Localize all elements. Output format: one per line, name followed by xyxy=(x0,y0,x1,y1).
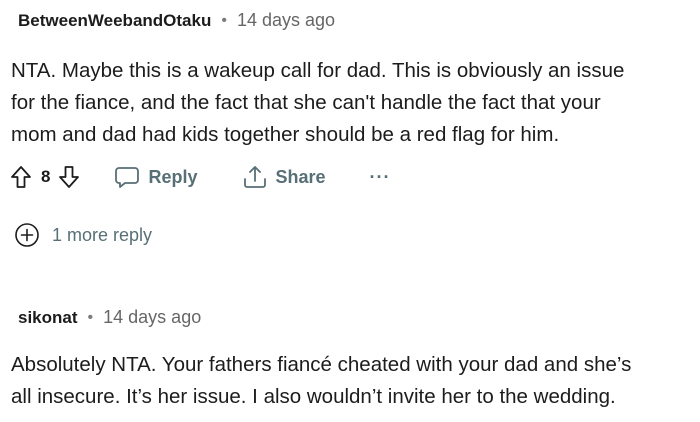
share-button[interactable]: Share xyxy=(242,164,326,190)
more-replies-label: 1 more reply xyxy=(52,224,153,245)
comment-body-line: Absolutely NTA. Your fathers fiancé chea… xyxy=(11,353,632,376)
comment-body: NTA. Maybe this is a wakeup call for dad… xyxy=(11,55,696,151)
comment-actions: 8 Reply Share ··· xyxy=(10,160,391,194)
arrow-down-icon xyxy=(59,166,80,188)
more-replies-button[interactable]: 1 more reply xyxy=(14,222,152,248)
comment-meta: BetweenWeebandOtaku • 14 days ago xyxy=(18,10,335,31)
plus-circle-icon xyxy=(15,223,39,247)
share-label: Share xyxy=(275,166,326,187)
speech-bubble-icon xyxy=(115,167,140,188)
comment-timestamp[interactable]: 14 days ago xyxy=(237,10,335,31)
comment-body-line: NTA. Maybe this is a wakeup call for dad… xyxy=(11,59,625,82)
comment-body-line: mom and dad had kids together should be … xyxy=(11,123,560,146)
comment-body: Absolutely NTA. Your fathers fiancé chea… xyxy=(11,349,696,413)
more-options-button[interactable]: ··· xyxy=(370,167,391,188)
comment-body-line: all insecure. It’s her issue. I also wou… xyxy=(11,385,616,408)
arrow-up-icon xyxy=(11,166,31,188)
share-upload-icon xyxy=(243,166,266,188)
upvote-button[interactable] xyxy=(10,165,32,189)
downvote-button[interactable] xyxy=(58,165,80,189)
reply-button[interactable]: Reply xyxy=(114,165,198,189)
comment-author[interactable]: BetweenWeebandOtaku xyxy=(18,11,211,31)
meta-separator: • xyxy=(87,308,94,326)
meta-separator: • xyxy=(221,11,227,29)
vote-score: 8 xyxy=(41,167,51,186)
comment-timestamp[interactable]: 14 days ago xyxy=(103,307,201,328)
comment-author[interactable]: sikonat xyxy=(18,308,78,328)
reply-label: Reply xyxy=(148,166,198,187)
comment-body-line: for the fiance, and the fact that she ca… xyxy=(11,91,601,114)
comment-meta: sikonat • 14 days ago xyxy=(18,307,201,328)
comment-1: BetweenWeebandOtaku • 14 days ago NTA. M… xyxy=(0,0,700,260)
comment-2: sikonat • 14 days ago Absolutely NTA. Yo… xyxy=(0,300,700,422)
